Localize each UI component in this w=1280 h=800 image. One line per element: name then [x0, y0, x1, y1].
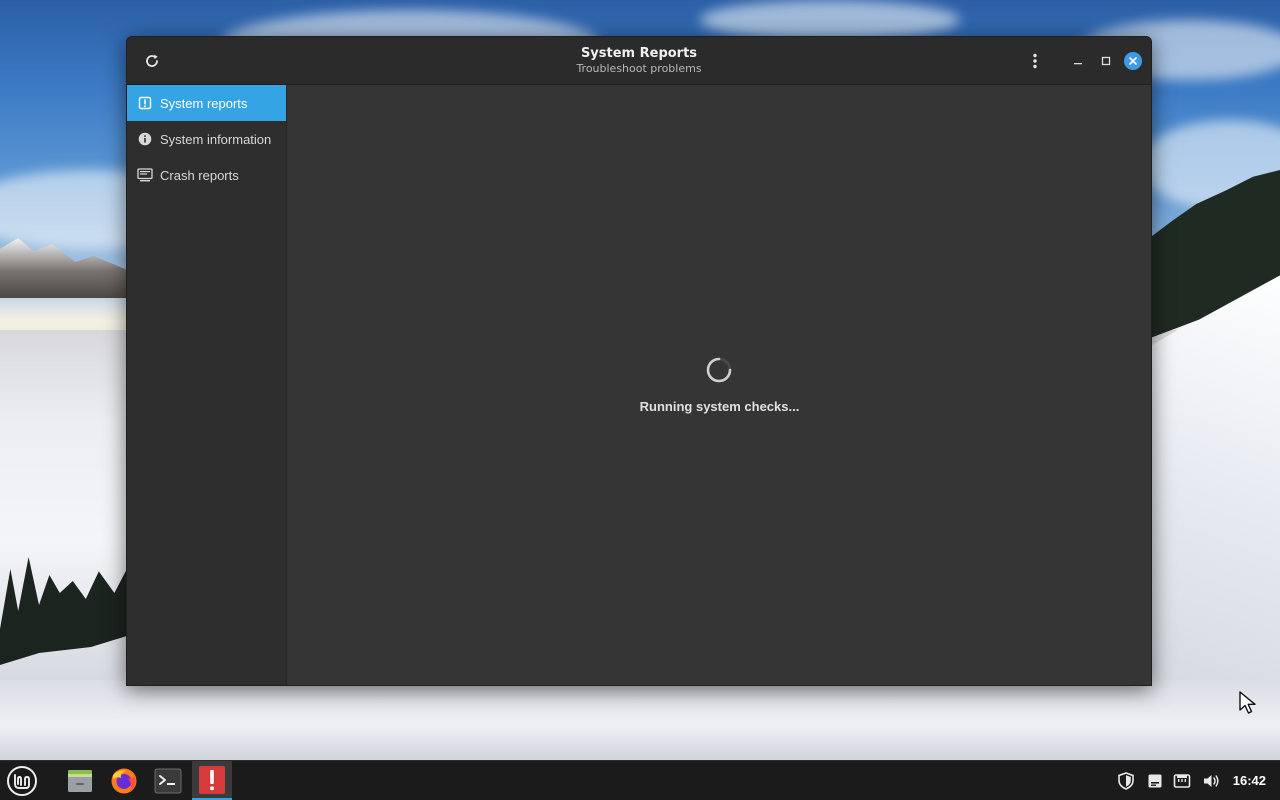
network-icon: [1173, 774, 1191, 788]
taskbar-files[interactable]: [60, 761, 100, 800]
system-reports-window: System Reports Troubleshoot problems Sys…: [126, 36, 1152, 686]
sidebar-item-system-reports[interactable]: System reports: [127, 85, 286, 121]
minimize-button[interactable]: [1068, 51, 1088, 71]
wallpaper-foreground: [0, 680, 1280, 770]
mouse-cursor-icon: [1239, 691, 1256, 714]
sidebar-item-label: System information: [160, 131, 272, 147]
exclamation-icon: [199, 765, 225, 794]
maximize-button[interactable]: [1096, 51, 1116, 71]
taskbar: 16:42: [0, 760, 1280, 800]
status-message: Running system checks...: [639, 399, 800, 414]
sidebar-item-label: Crash reports: [160, 167, 239, 183]
window-title: System Reports: [580, 46, 698, 61]
minimize-icon: [1074, 63, 1082, 65]
shield-icon: [1118, 772, 1134, 790]
linux-mint-logo-icon: [7, 766, 37, 796]
folder-icon: [68, 770, 92, 792]
title-block: System Reports Troubleshoot problems: [127, 46, 1151, 76]
app-menu-button[interactable]: [1021, 47, 1049, 75]
mint-menu-button[interactable]: [2, 761, 42, 800]
kebab-menu-icon: [1033, 53, 1037, 69]
volume-icon: [1204, 775, 1219, 787]
window-subtitle: Troubleshoot problems: [576, 62, 702, 75]
close-button[interactable]: [1124, 52, 1142, 70]
sidebar-item-label: System reports: [160, 95, 248, 111]
terminal-icon: [154, 768, 182, 794]
maximize-icon: [1101, 56, 1111, 66]
warning-clipboard-icon: [137, 95, 153, 111]
main-content: Running system checks...: [288, 85, 1151, 685]
refresh-button[interactable]: [138, 47, 166, 75]
refresh-icon: [146, 54, 158, 67]
loading-spinner-icon: [706, 357, 732, 383]
tray-notes[interactable]: [1145, 771, 1165, 791]
info-icon: [137, 131, 153, 147]
taskbar-firefox[interactable]: [104, 761, 144, 800]
sidebar-item-system-information[interactable]: System information: [127, 121, 286, 157]
sidebar: System reports System information Crash …: [127, 85, 287, 685]
tray-security[interactable]: [1116, 771, 1136, 791]
firefox-icon: [111, 768, 137, 794]
close-icon: [1129, 57, 1137, 65]
clock[interactable]: 16:42: [1233, 773, 1266, 788]
sidebar-item-crash-reports[interactable]: Crash reports: [127, 157, 286, 193]
tray-network[interactable]: [1172, 771, 1192, 791]
tray-volume[interactable]: [1201, 771, 1221, 791]
notes-icon: [1148, 774, 1162, 788]
monitor-icon: [137, 167, 153, 183]
taskbar-system-reports[interactable]: [192, 761, 232, 800]
taskbar-terminal[interactable]: [148, 761, 188, 800]
header-bar: System Reports Troubleshoot problems: [127, 37, 1151, 85]
